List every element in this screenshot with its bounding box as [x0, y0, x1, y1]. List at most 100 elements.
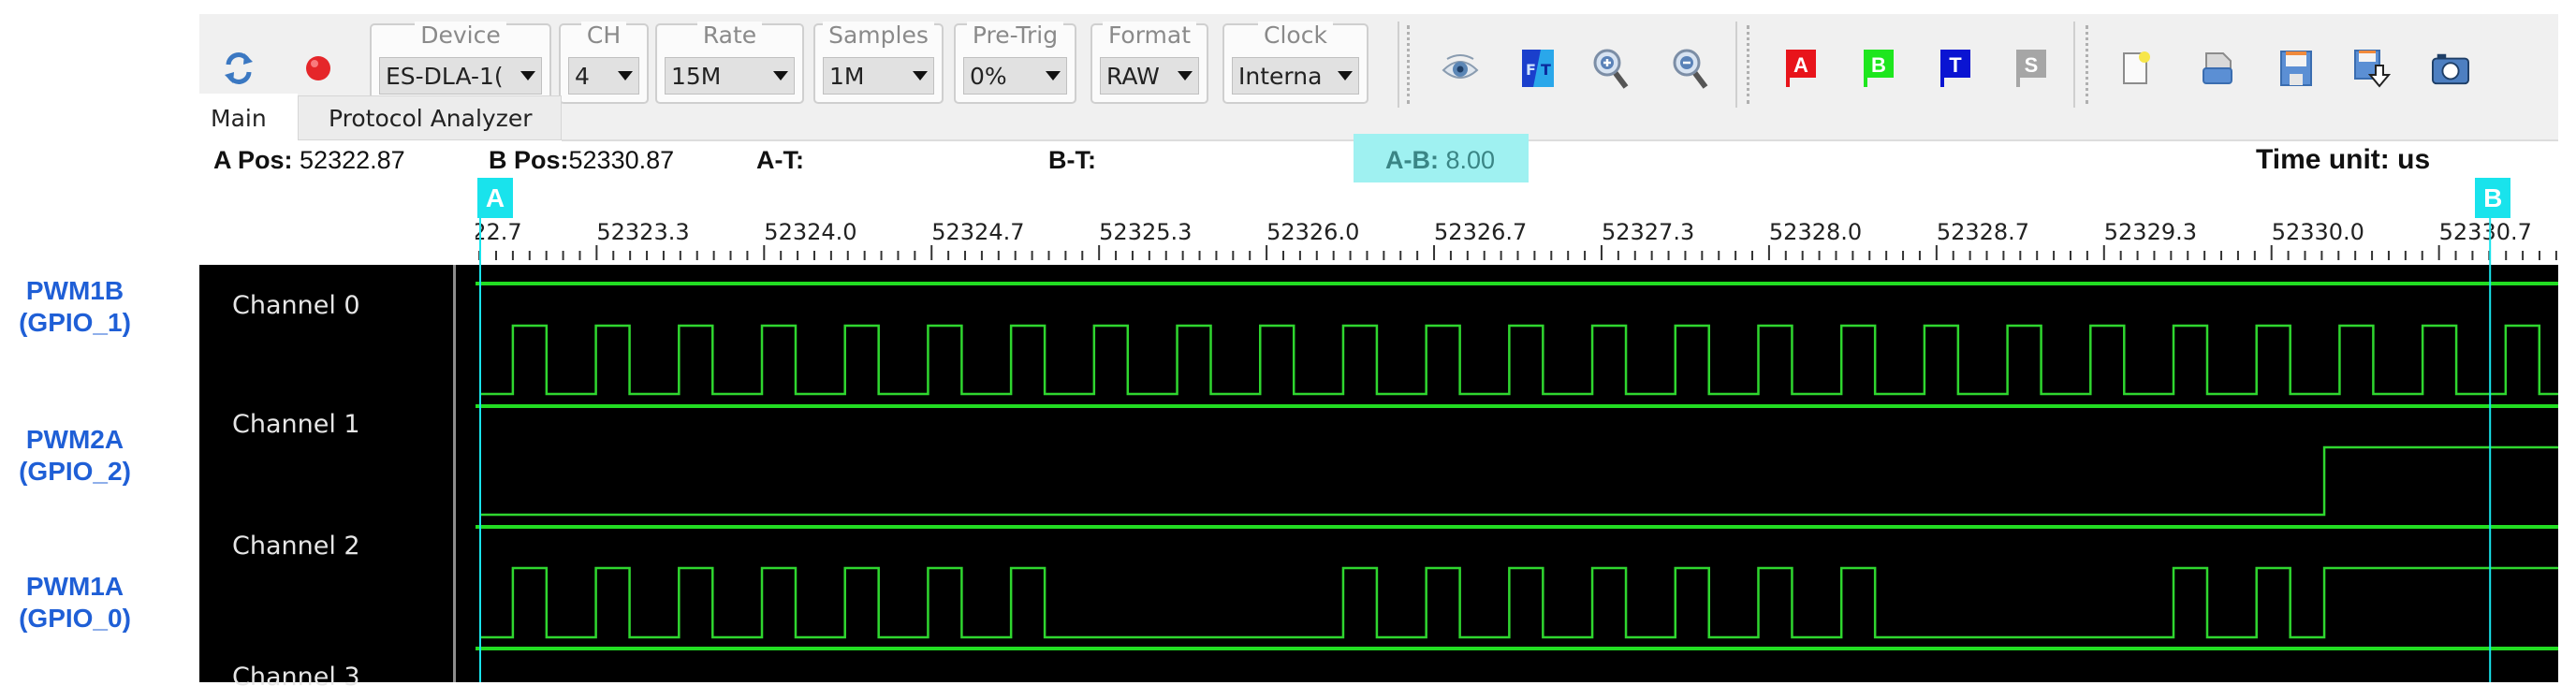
samples-label: Samples [823, 22, 934, 49]
a-b-label: A-B: [1385, 146, 1439, 174]
eye-icon[interactable] [1442, 50, 1479, 87]
svg-text:S: S [2025, 53, 2039, 77]
a-pos-value: 52322.87 [300, 146, 405, 174]
ruler-tick-label: 52323.3 [596, 219, 689, 245]
ruler-tick-label: 52324.0 [764, 219, 856, 245]
chevron-down-icon [520, 71, 535, 80]
annotation-ch0: PWM1B (GPIO_1) [0, 275, 150, 339]
tab-main[interactable]: Main [199, 94, 298, 142]
pretrig-value: 0% [970, 62, 1007, 90]
ruler-tick-label: 52328.0 [1769, 219, 1862, 245]
save-icon[interactable] [2277, 50, 2315, 87]
new-file-icon[interactable] [2117, 50, 2155, 87]
rate-value: 15M [671, 62, 722, 90]
samples-select[interactable]: 1M [823, 57, 934, 95]
chevron-down-icon [913, 71, 928, 80]
open-file-icon[interactable] [2199, 50, 2236, 87]
ruler-tick-label: 52328.7 [1937, 219, 2029, 245]
cursor-a-flag[interactable]: A [477, 178, 513, 218]
channel-0-waveform [479, 324, 2558, 396]
b-t-label: B-T: [1048, 146, 1096, 174]
annotation-gpio: (GPIO_0) [19, 604, 131, 633]
pretrig-group: Pre-Trig 0% [954, 22, 1076, 104]
annotation-signal-name: PWM2A [25, 425, 124, 454]
tab-bar-background [562, 115, 2558, 139]
waveform-canvas [476, 265, 2558, 682]
pretrig-label: Pre-Trig [966, 22, 1064, 49]
time-ruler[interactable]: 52322.7 52323.3 52324.0 52324.7 52325.3 52326… [0, 178, 2576, 265]
b-pos-readout: B Pos:52330.87 [489, 142, 674, 178]
toolbar-grip [1747, 25, 1749, 104]
b-t-readout: B-T: [1048, 142, 1096, 178]
format-select[interactable]: RAW [1100, 57, 1199, 95]
annotation-gpio: (GPIO_1) [19, 308, 131, 337]
a-t-readout: A-T: [756, 142, 804, 178]
ch-group: CH 4 [559, 22, 649, 104]
zoom-in-icon[interactable] [1592, 49, 1630, 89]
b-pos-label: B Pos: [489, 146, 569, 174]
annotation-signal-name: PWM1A [25, 572, 124, 601]
ft-icon[interactable]: F T [1519, 50, 1557, 87]
channel-1-waveform [479, 445, 2558, 517]
trigger-flag-icon[interactable]: T [1937, 50, 1974, 87]
ruler-tick-label: 52325.3 [1099, 219, 1192, 245]
annotation-signal-name: PWM1B [25, 276, 124, 305]
ruler-tick-label: 52324.7 [931, 219, 1024, 245]
ruler-tick-label: 52326.7 [1434, 219, 1527, 245]
refresh-icon[interactable] [220, 50, 257, 87]
svg-text:A: A [1793, 53, 1808, 77]
svg-text:T: T [1949, 53, 1962, 77]
b-pos-value: 52330.87 [568, 146, 675, 174]
annotation-ch1: PWM2A (GPIO_2) [0, 424, 150, 488]
clock-value: Interna [1238, 62, 1323, 90]
annotation-gpio: (GPIO_2) [19, 457, 131, 486]
samples-value: 1M [829, 62, 865, 90]
rate-group: Rate 15M [655, 22, 804, 104]
toolbar-grip [1407, 25, 1410, 104]
tab-bar-divider [562, 139, 2558, 141]
samples-group: Samples 1M [813, 22, 944, 104]
time-unit-label: Time unit: us [2256, 144, 2431, 175]
device-value: ES-DLA-1( [386, 62, 504, 90]
chevron-down-icon [618, 71, 633, 80]
a-pos-readout: A Pos: 52322.87 [213, 142, 405, 178]
rate-select[interactable]: 15M [665, 57, 795, 95]
ch-select[interactable]: 4 [568, 57, 639, 95]
a-pos-label: A Pos: [213, 146, 293, 174]
toolbar-separator [1398, 22, 1399, 108]
tab-protocol-analyzer-label: Protocol Analyzer [329, 104, 533, 132]
ruler-tick-label: 52329.3 [2104, 219, 2197, 245]
ch-label: CH [580, 22, 627, 49]
tab-protocol-analyzer[interactable]: Protocol Analyzer [298, 95, 562, 140]
format-value: RAW [1106, 62, 1160, 90]
ch-value: 4 [575, 62, 590, 90]
chevron-down-icon [773, 71, 788, 80]
tab-main-label: Main [211, 104, 267, 132]
ruler-tick-label: 52326.0 [1266, 219, 1359, 245]
zoom-out-icon[interactable] [1672, 49, 1709, 89]
pretrig-select[interactable]: 0% [963, 57, 1067, 95]
a-t-label: A-T: [756, 146, 804, 174]
device-select[interactable]: ES-DLA-1( [379, 57, 542, 95]
ruler-tick-label: 52327.3 [1602, 219, 1694, 245]
device-label: Device [415, 22, 506, 49]
s-flag-icon[interactable]: S [2012, 50, 2050, 87]
a-b-readout: A-B: 8.00 [1385, 142, 1495, 178]
annotation-ch2: PWM1A (GPIO_0) [0, 571, 150, 634]
toolbar-separator [2073, 22, 2075, 108]
chevron-down-icon [1338, 71, 1353, 80]
toolbar-grip [2086, 25, 2088, 104]
screenshot-camera-icon[interactable] [2432, 50, 2469, 87]
cursor-a-flag-icon[interactable]: A [1782, 50, 1820, 87]
svg-text:F: F [1526, 61, 1536, 79]
record-icon[interactable] [300, 50, 337, 87]
save-as-icon[interactable] [2353, 50, 2391, 88]
clock-select[interactable]: Interna [1232, 57, 1359, 95]
ruler-tick-label: 52330.0 [2272, 219, 2364, 245]
cursor-b-flag-icon[interactable]: B [1860, 50, 1897, 87]
waveform-panel[interactable]: Channel 0 Channel 1 Channel 2 Channel 3 [199, 265, 2558, 692]
rate-label: Rate [696, 22, 763, 49]
format-label: Format [1102, 22, 1197, 49]
chevron-down-icon [1178, 71, 1193, 80]
cursor-b-flag[interactable]: B [2475, 178, 2511, 218]
